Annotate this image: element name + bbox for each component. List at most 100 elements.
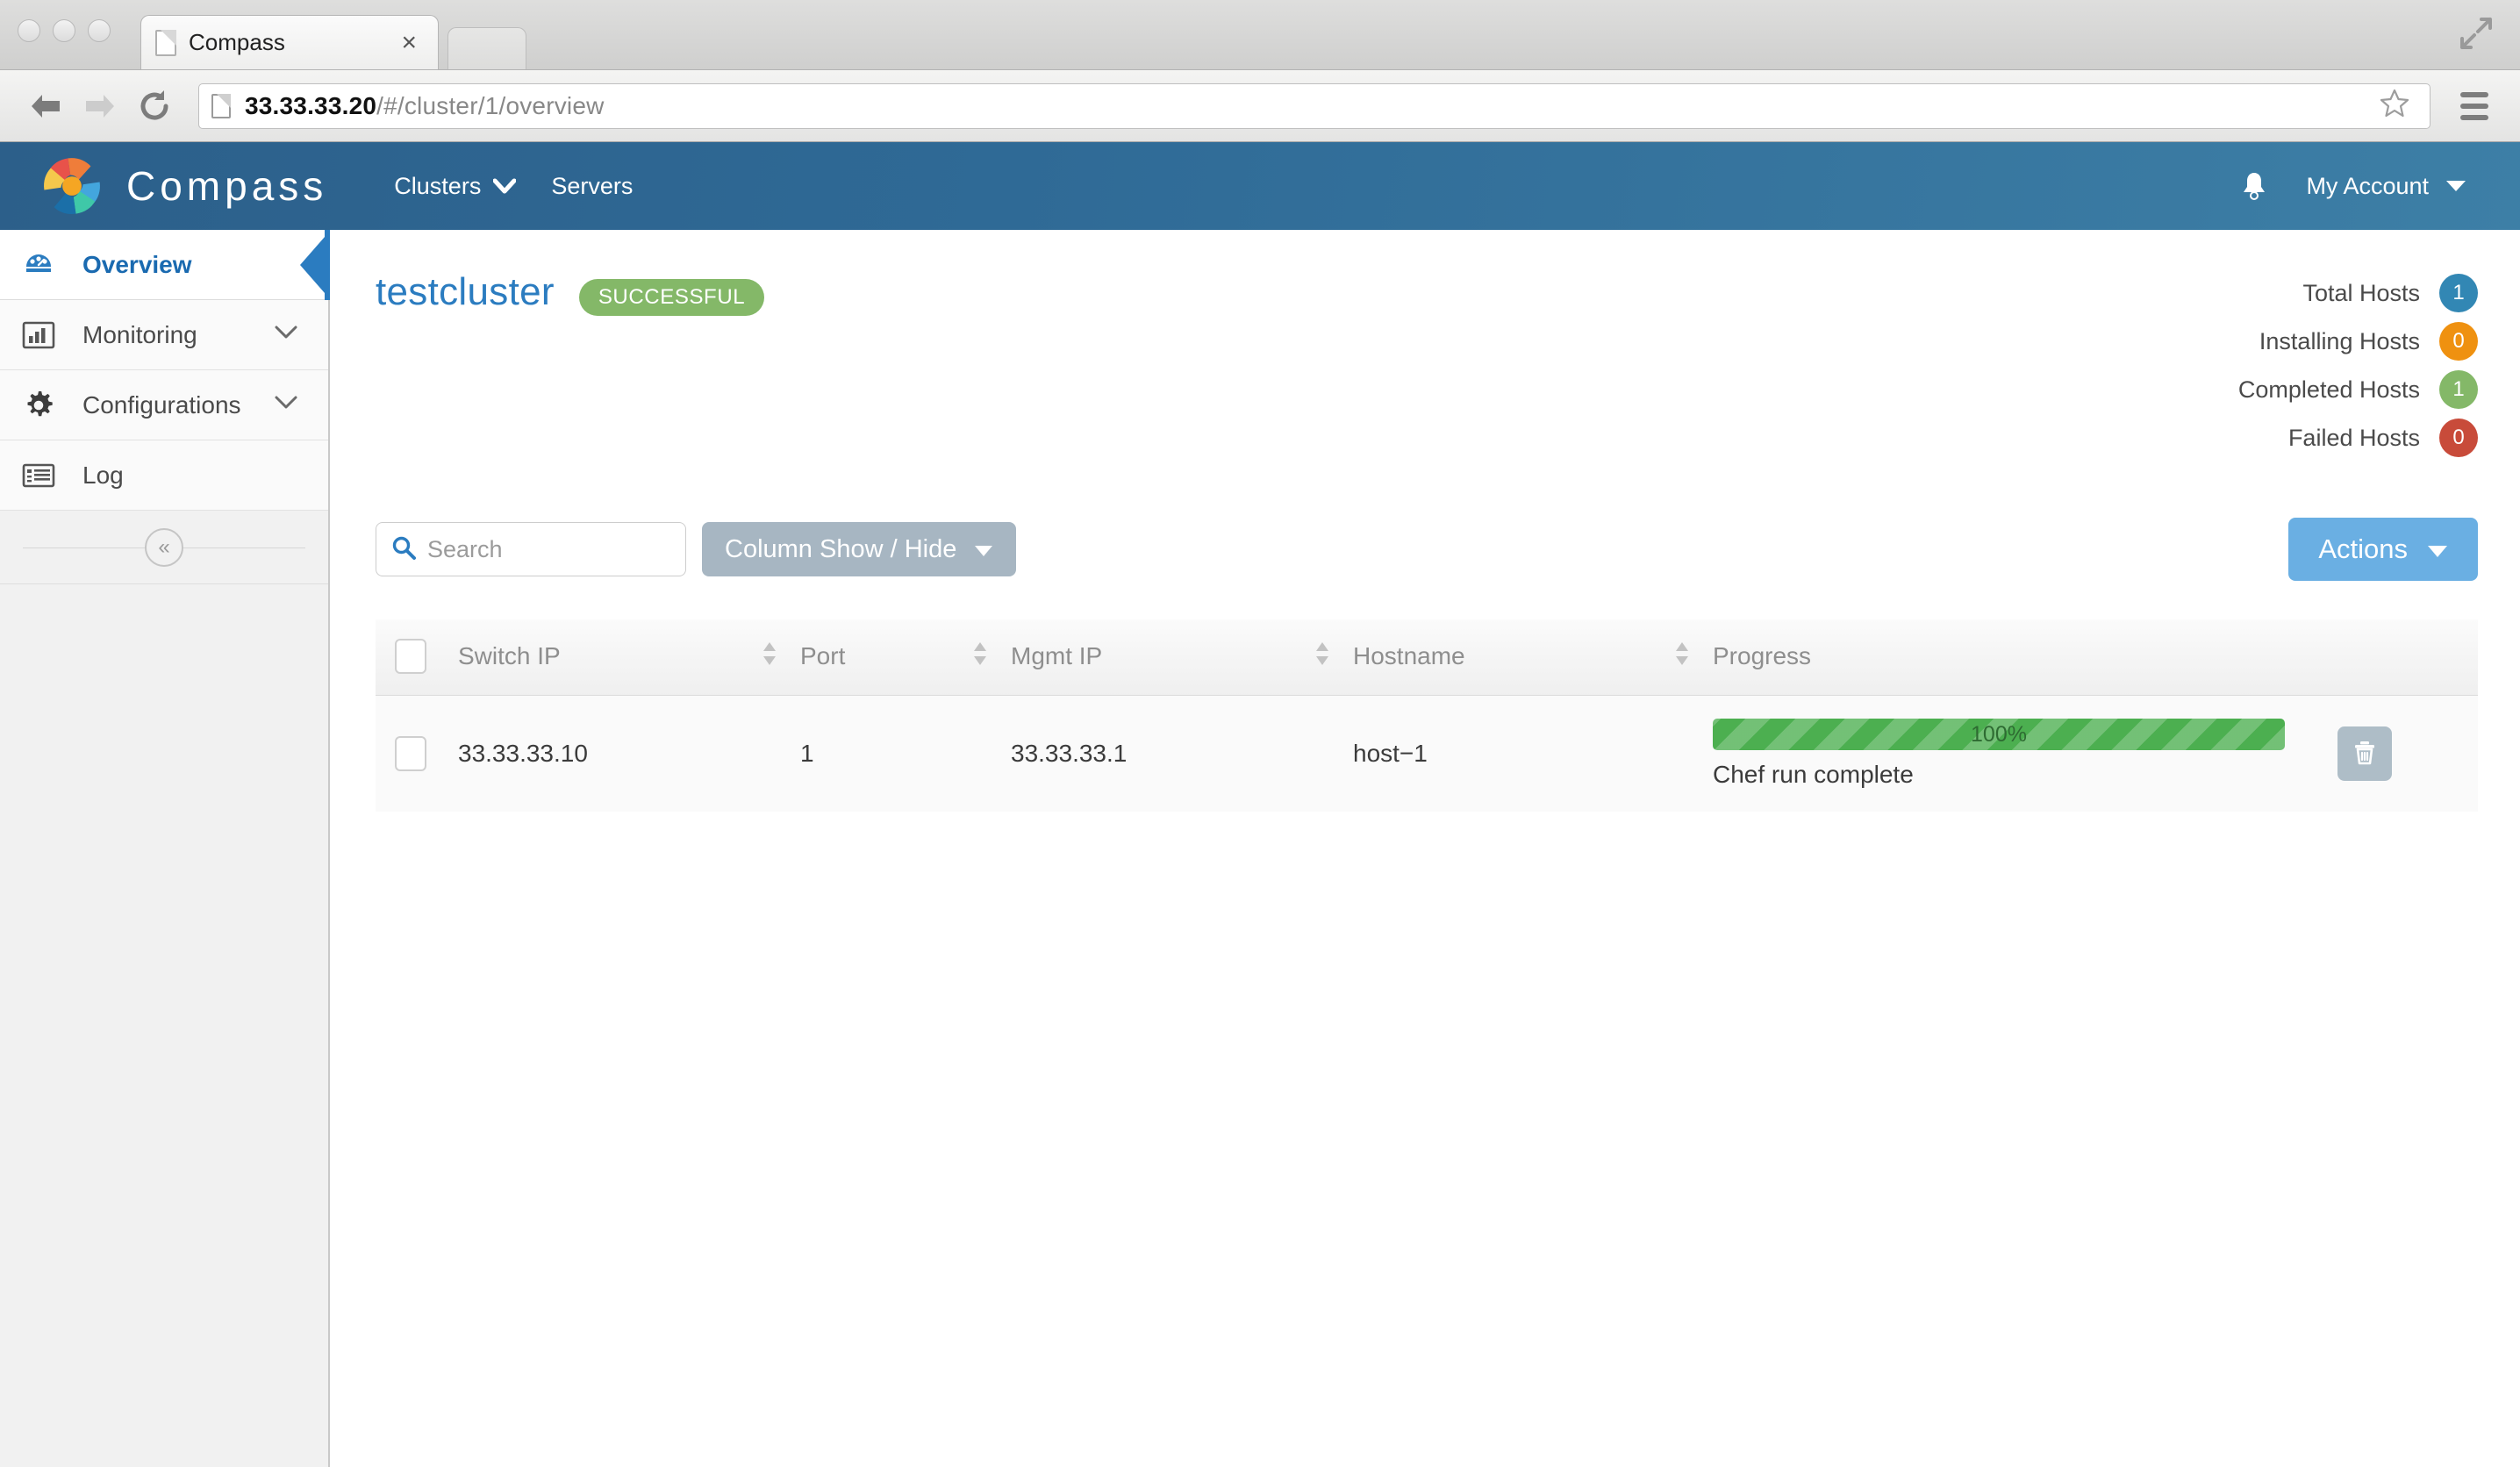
address-bar[interactable]: 33.33.33.20/#/cluster/1/overview bbox=[198, 83, 2431, 129]
sidebar-item-overview[interactable]: Overview bbox=[0, 230, 328, 300]
my-account-label: My Account bbox=[2306, 173, 2429, 200]
stat-installing-hosts-label: Installing Hosts bbox=[2259, 328, 2420, 355]
compass-logo-icon bbox=[35, 149, 109, 223]
search-input-placeholder: Search bbox=[427, 536, 503, 563]
column-header-progress-label: Progress bbox=[1713, 642, 1811, 670]
search-icon bbox=[390, 534, 417, 565]
table-body: 33.33.33.10 1 33.33.33.1 host−1 100% Che… bbox=[376, 696, 2478, 812]
table-row[interactable]: 33.33.33.10 1 33.33.33.1 host−1 100% Che… bbox=[376, 696, 2478, 812]
window-zoom-button[interactable] bbox=[88, 19, 111, 42]
stat-failed-hosts: Failed Hosts 0 bbox=[2238, 419, 2478, 457]
nav-item-servers[interactable]: Servers bbox=[551, 173, 633, 200]
host-stats: Total Hosts 1 Installing Hosts 0 Complet… bbox=[2238, 270, 2478, 467]
browser-tabstrip: Compass × bbox=[0, 0, 2520, 70]
row-checkbox[interactable] bbox=[395, 736, 426, 771]
app-viewport: Compass Clusters Servers bbox=[0, 142, 2520, 1467]
back-arrow-icon[interactable] bbox=[21, 82, 70, 131]
dashboard-icon bbox=[18, 247, 60, 283]
column-header-port[interactable]: Port bbox=[800, 619, 1011, 696]
sidebar: Overview bbox=[0, 230, 330, 1467]
stat-completed-hosts-label: Completed Hosts bbox=[2238, 376, 2420, 404]
sidebar-collapse-button[interactable]: « bbox=[145, 528, 183, 567]
top-nav-right: My Account bbox=[2241, 171, 2485, 201]
forward-arrow-icon[interactable] bbox=[75, 82, 125, 131]
page-header: testcluster SUCCESSFUL Total Hosts 1 Ins… bbox=[376, 270, 2478, 467]
table-header-row: Switch IP Port bbox=[376, 619, 2478, 696]
stat-failed-hosts-value: 0 bbox=[2439, 419, 2478, 457]
cluster-heading: testcluster SUCCESSFUL bbox=[376, 270, 764, 316]
browser-tab[interactable]: Compass × bbox=[140, 15, 439, 69]
stat-total-hosts-value: 1 bbox=[2439, 274, 2478, 312]
column-header-mgmt-ip-label: Mgmt IP bbox=[1011, 642, 1102, 670]
nav-item-clusters-label: Clusters bbox=[394, 173, 481, 200]
column-header-port-label: Port bbox=[800, 642, 845, 670]
column-header-switch-ip[interactable]: Switch IP bbox=[458, 619, 800, 696]
bookmark-star-icon[interactable] bbox=[2372, 88, 2417, 124]
sort-icon[interactable] bbox=[1314, 640, 1353, 673]
column-header-hostname[interactable]: Hostname bbox=[1353, 619, 1713, 696]
progress-percent-label: 100% bbox=[1971, 722, 2027, 748]
brand[interactable]: Compass bbox=[35, 149, 327, 223]
caret-down-icon bbox=[974, 535, 993, 564]
stat-failed-hosts-label: Failed Hosts bbox=[2288, 425, 2420, 452]
sidebar-collapse-row: « bbox=[0, 511, 328, 584]
select-all-checkbox[interactable] bbox=[395, 639, 426, 674]
stat-installing-hosts-value: 0 bbox=[2439, 322, 2478, 361]
chevron-down-icon bbox=[493, 173, 516, 200]
reload-icon[interactable] bbox=[130, 82, 179, 131]
window-close-button[interactable] bbox=[18, 19, 40, 42]
chevron-down-icon bbox=[274, 395, 298, 415]
active-indicator-arrow bbox=[300, 230, 330, 300]
progress-message: Chef run complete bbox=[1713, 761, 2285, 789]
actions-button-label: Actions bbox=[2318, 533, 2408, 565]
actions-button[interactable]: Actions bbox=[2288, 518, 2478, 581]
column-show-hide-button[interactable]: Column Show / Hide bbox=[702, 522, 1016, 576]
tab-favicon-icon bbox=[155, 30, 176, 56]
url-host: 33.33.33.20 bbox=[245, 92, 376, 119]
delete-row-button[interactable] bbox=[2337, 726, 2392, 781]
sidebar-item-monitoring[interactable]: Monitoring bbox=[0, 300, 328, 370]
chevron-down-icon bbox=[274, 325, 298, 345]
window-controls[interactable] bbox=[18, 19, 111, 42]
table-header: Switch IP Port bbox=[376, 619, 2478, 696]
brand-name: Compass bbox=[126, 162, 327, 210]
column-header-mgmt-ip[interactable]: Mgmt IP bbox=[1011, 619, 1353, 696]
sidebar-item-overview-label: Overview bbox=[82, 251, 328, 279]
stat-total-hosts: Total Hosts 1 bbox=[2238, 274, 2478, 312]
sidebar-item-log[interactable]: Log bbox=[0, 440, 328, 511]
status-badge: SUCCESSFUL bbox=[579, 279, 764, 316]
sort-icon[interactable] bbox=[1674, 640, 1713, 673]
caret-down-icon bbox=[2427, 533, 2448, 565]
chevron-down-icon bbox=[2446, 181, 2466, 191]
main-content: testcluster SUCCESSFUL Total Hosts 1 Ins… bbox=[330, 230, 2520, 1467]
cell-hostname: host−1 bbox=[1353, 696, 1713, 812]
trash-icon bbox=[2350, 738, 2380, 770]
browser-window: Compass × bbox=[0, 0, 2520, 1467]
hamburger-menu-icon[interactable] bbox=[2450, 92, 2499, 120]
sort-icon[interactable] bbox=[762, 640, 800, 673]
sidebar-item-configurations-label: Configurations bbox=[82, 391, 251, 419]
maximize-icon[interactable] bbox=[2459, 16, 2494, 51]
nav-item-servers-label: Servers bbox=[551, 173, 633, 200]
sidebar-item-log-label: Log bbox=[82, 462, 328, 490]
search-input[interactable]: Search bbox=[376, 522, 686, 576]
cell-mgmt-ip: 33.33.33.1 bbox=[1011, 696, 1353, 812]
nav-item-clusters[interactable]: Clusters bbox=[394, 173, 516, 200]
my-account-menu[interactable]: My Account bbox=[2306, 173, 2466, 200]
tab-close-icon[interactable]: × bbox=[394, 30, 424, 56]
page-title: testcluster bbox=[376, 270, 555, 314]
column-header-progress: Progress bbox=[1713, 619, 2337, 696]
browser-toolbar: 33.33.33.20/#/cluster/1/overview bbox=[0, 70, 2520, 142]
address-bar-url: 33.33.33.20/#/cluster/1/overview bbox=[245, 92, 605, 120]
sidebar-item-configurations[interactable]: Configurations bbox=[0, 370, 328, 440]
progress-bar: 100% bbox=[1713, 719, 2285, 750]
hosts-table: Switch IP Port bbox=[376, 619, 2478, 812]
column-header-hostname-label: Hostname bbox=[1353, 642, 1465, 670]
bell-icon[interactable] bbox=[2241, 171, 2267, 201]
sort-icon[interactable] bbox=[972, 640, 1011, 673]
new-tab-button[interactable] bbox=[447, 27, 526, 69]
column-show-hide-label: Column Show / Hide bbox=[725, 535, 956, 564]
window-minimize-button[interactable] bbox=[53, 19, 75, 42]
column-header-switch-ip-label: Switch IP bbox=[458, 642, 561, 670]
stat-completed-hosts-value: 1 bbox=[2439, 370, 2478, 409]
